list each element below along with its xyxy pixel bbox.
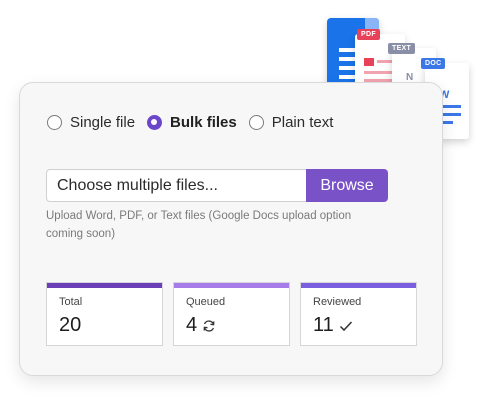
pdf-tag: PDF bbox=[357, 29, 380, 40]
stat-queued: Queued 4 bbox=[173, 282, 290, 346]
upload-card: Single file Bulk files Plain text Choose… bbox=[19, 82, 443, 376]
stat-value: 20 bbox=[59, 314, 82, 336]
text-tag: TEXT bbox=[388, 43, 416, 54]
radio-button[interactable] bbox=[248, 115, 264, 130]
refresh-icon bbox=[203, 319, 215, 332]
stat-label: Queued bbox=[186, 296, 226, 308]
stat-value-row: 4 bbox=[186, 314, 216, 337]
stat-total: Total 20 bbox=[46, 282, 163, 346]
radio-button[interactable] bbox=[47, 115, 62, 130]
file-picker: Choose multiple files... Browse bbox=[46, 169, 388, 202]
browse-button[interactable]: Browse bbox=[306, 169, 388, 202]
stat-value: 11 bbox=[313, 314, 334, 336]
stage: PDF TEXT N DOC W Single file Bulk files … bbox=[0, 0, 500, 403]
radio-label: Bulk files bbox=[170, 114, 237, 131]
stat-value: 4 bbox=[186, 314, 198, 336]
radio-label: Single file bbox=[70, 114, 136, 131]
file-input[interactable]: Choose multiple files... bbox=[46, 169, 306, 202]
stat-label: Reviewed bbox=[313, 296, 362, 308]
doc-tag: DOC bbox=[421, 58, 446, 69]
upload-hint: Upload Word, PDF, or Text files (Google … bbox=[46, 210, 352, 240]
stat-accent-bar bbox=[47, 283, 162, 288]
upload-mode-selector: Single file Bulk files Plain text bbox=[47, 114, 345, 131]
stat-value-row: 11 bbox=[313, 314, 353, 337]
check-icon bbox=[339, 320, 352, 331]
radio-bulk-files[interactable]: Bulk files bbox=[147, 114, 237, 131]
stat-reviewed: Reviewed 11 bbox=[300, 282, 417, 346]
stat-value-row: 20 bbox=[59, 314, 81, 337]
radio-single-file[interactable]: Single file bbox=[47, 114, 135, 131]
radio-plain-text[interactable]: Plain text bbox=[248, 114, 334, 131]
stat-accent-bar bbox=[301, 283, 416, 288]
radio-label: Plain text bbox=[271, 114, 334, 131]
stat-label: Total bbox=[59, 296, 83, 308]
stat-accent-bar bbox=[174, 283, 289, 288]
radio-button-checked[interactable] bbox=[147, 115, 163, 130]
